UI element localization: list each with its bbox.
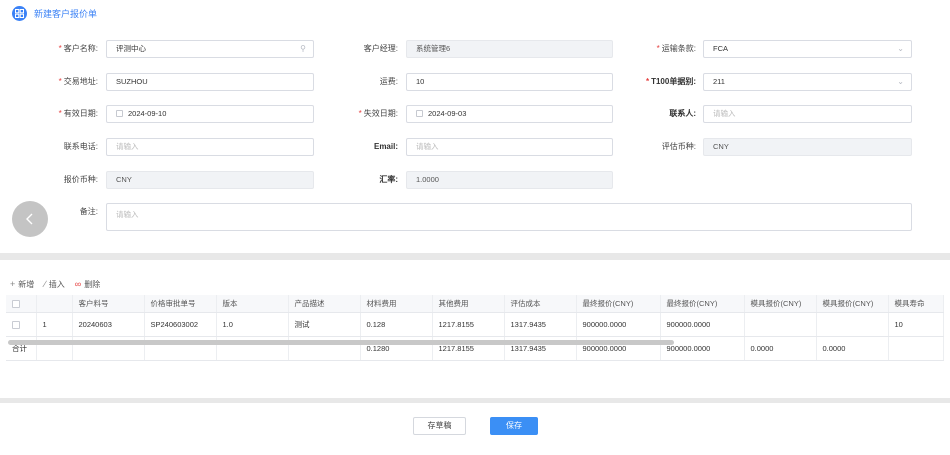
calendar-icon	[116, 110, 123, 117]
table-cell[interactable]: 20240603	[72, 312, 145, 337]
form-row-3: * 有效日期: 2024-09-10 * 失效日期: 2024-09-03 联系人:…	[0, 105, 950, 123]
table-toolbar: + 新增 ∕ 插入 ∞ 删除	[10, 278, 100, 290]
select-all-checkbox[interactable]	[12, 299, 20, 308]
freight-input[interactable]: 10	[406, 73, 613, 91]
table-cell[interactable]: 1.0	[216, 312, 289, 337]
shipping-terms-label: * 运输条款:	[656, 44, 696, 53]
expire-date-label: * 失效日期:	[358, 109, 398, 118]
edit-icon: ∕	[44, 279, 46, 289]
phone-input[interactable]: 请输入	[106, 138, 314, 156]
chevron-left-icon	[26, 213, 33, 225]
form-row-4: 联系电话: 请输入 Email: 请输入 评估币种: CNY	[0, 138, 950, 156]
footer-divider	[0, 398, 950, 403]
quote-currency-field: CNY	[106, 171, 314, 189]
save-button[interactable]: 保存	[490, 417, 538, 435]
email-input[interactable]: 请输入	[406, 138, 613, 156]
table-cell[interactable]: SP240603002	[144, 312, 217, 337]
summary-cell: 0.0000	[816, 336, 889, 361]
table-header: 客户料号	[72, 295, 145, 313]
table-cell[interactable]: 10	[888, 312, 944, 337]
shipping-terms-select[interactable]: FCA ⌄	[703, 40, 912, 58]
grid-icon	[12, 5, 27, 21]
contact-input[interactable]: 请输入	[703, 105, 912, 123]
notes-textarea[interactable]: 请输入	[106, 203, 912, 231]
table-header	[36, 295, 73, 313]
trade-location-label: * 交易地址:	[58, 77, 98, 86]
table-cell[interactable]	[744, 312, 817, 337]
table-header: 其他费用	[432, 295, 505, 313]
summary-cell	[888, 336, 944, 361]
table-header: 产品描述	[288, 295, 361, 313]
table-header: 价格审批单号	[144, 295, 217, 313]
table-header: 材料费用	[360, 295, 433, 313]
page-header: 新建客户报价单	[12, 5, 97, 21]
exchange-rate-label: 汇率:	[379, 175, 398, 184]
eval-currency-label: 评估币种:	[661, 142, 696, 151]
contact-label: 联系人:	[669, 109, 696, 118]
table-header: 版本	[216, 295, 289, 313]
t100-type-select[interactable]: 211 ⌄	[703, 73, 912, 91]
table-header: 模具报价(CNY)	[816, 295, 889, 313]
delete-row-button[interactable]: ∞ 删除	[75, 279, 100, 290]
table-cell[interactable]: 900000.0000	[576, 312, 661, 337]
customer-manager-field: 系统管理6	[406, 40, 613, 58]
quote-currency-label: 报价币种:	[63, 175, 98, 184]
form-row-2: * 交易地址: SUZHOU 运费: 10 * T100单据别: 211 ⌄	[0, 73, 950, 91]
quote-items-table: 客户料号 价格审批单号 版本 产品描述 材料费用 其他费用 评估成本 最终报价(…	[6, 295, 944, 361]
table-cell[interactable]	[816, 312, 889, 337]
table-row[interactable]: 1 20240603 SP240603002 1.0 测试 0.128 1217…	[6, 312, 944, 337]
table-header: 最终报价(CNY)	[576, 295, 661, 313]
table-header: 模具报价(CNY)	[744, 295, 817, 313]
section-divider	[0, 253, 950, 260]
summary-cell: 0.0000	[744, 336, 817, 361]
table-cell[interactable]: 1217.8155	[432, 312, 505, 337]
eval-currency-field: CNY	[703, 138, 912, 156]
trade-location-input[interactable]: SUZHOU	[106, 73, 314, 91]
chevron-down-icon: ⌄	[897, 77, 904, 86]
form-row-1: * 客户名称: 评测中心 ⚲ 客户经理: 系统管理6 * 运输条款: FCA ⌄	[0, 40, 950, 58]
phone-label: 联系电话:	[63, 142, 98, 151]
table-header-row: 客户料号 价格审批单号 版本 产品描述 材料费用 其他费用 评估成本 最终报价(…	[6, 295, 944, 313]
customer-name-input[interactable]: 评测中心 ⚲	[106, 40, 314, 58]
search-icon[interactable]: ⚲	[300, 41, 306, 57]
table-header: 最终报价(CNY)	[660, 295, 745, 313]
select-all-checkbox-cell[interactable]	[6, 295, 37, 313]
row-checkbox-cell[interactable]	[6, 312, 37, 337]
table-cell[interactable]: 测试	[288, 312, 361, 337]
expire-date-picker[interactable]: 2024-09-03	[406, 105, 613, 123]
chevron-down-icon: ⌄	[897, 44, 904, 53]
table-header: 模具寿命	[888, 295, 944, 313]
table-cell[interactable]: 1317.9435	[504, 312, 577, 337]
valid-date-picker[interactable]: 2024-09-10	[106, 105, 314, 123]
insert-row-button[interactable]: ∕ 插入	[44, 279, 65, 290]
table-horizontal-scrollbar[interactable]	[8, 340, 674, 345]
freight-label: 运费:	[379, 77, 398, 86]
table-cell: 1	[36, 312, 73, 337]
table-header: 评估成本	[504, 295, 577, 313]
t100-type-label: * T100单据别:	[645, 77, 696, 86]
plus-icon: +	[10, 279, 16, 289]
form-row-5: 报价币种: CNY 汇率: 1.0000	[0, 171, 950, 189]
customer-name-label: * 客户名称:	[58, 44, 98, 53]
page-title: 新建客户报价单	[34, 8, 98, 19]
valid-date-label: * 有效日期:	[58, 109, 98, 118]
trash-icon: ∞	[74, 279, 82, 289]
email-label: Email:	[373, 142, 398, 151]
exchange-rate-field: 1.0000	[406, 171, 613, 189]
customer-manager-label: 客户经理:	[363, 44, 398, 53]
add-row-button[interactable]: + 新增	[10, 279, 34, 290]
table-cell[interactable]: 900000.0000	[660, 312, 745, 337]
save-draft-button[interactable]: 存草稿	[413, 417, 466, 435]
row-checkbox[interactable]	[12, 320, 20, 329]
notes-label: 备注:	[79, 207, 98, 216]
table-cell[interactable]: 0.128	[360, 312, 433, 337]
back-button[interactable]	[12, 201, 48, 237]
calendar-icon	[416, 110, 423, 117]
